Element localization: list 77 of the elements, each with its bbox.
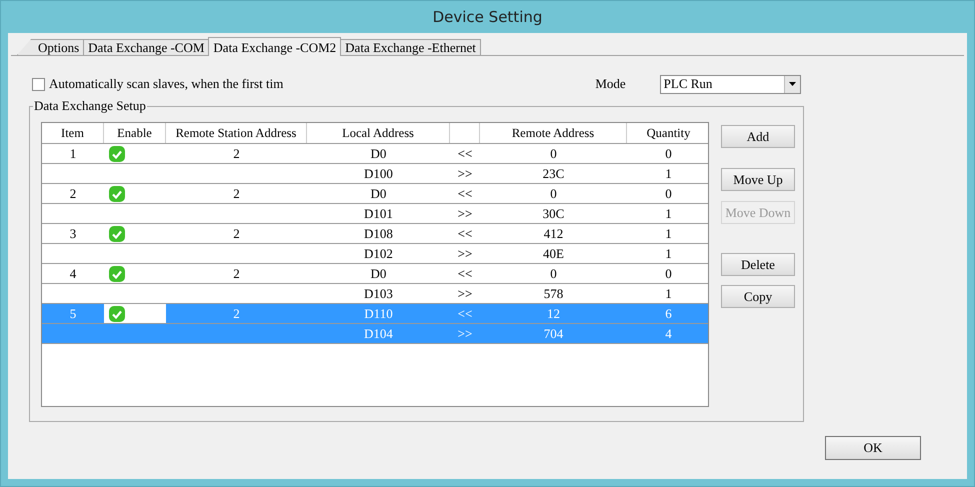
table-cell-text: >>: [456, 164, 474, 182]
table-row[interactable]: D100 >> 23C 1: [42, 164, 708, 184]
mode-label: Mode: [595, 76, 626, 92]
table-cell-text: D102: [363, 244, 394, 262]
table-row[interactable]: 2 2 D0 << 0 0: [42, 184, 708, 204]
table-cell-text: 5: [68, 304, 78, 322]
table-cell-text: >>: [456, 204, 474, 222]
column-header[interactable]: Local Address: [307, 123, 450, 143]
column-header[interactable]: Enable: [104, 123, 166, 143]
table-cell-text: 3: [68, 224, 78, 242]
table-row[interactable]: D102 >> 40E 1: [42, 244, 708, 264]
table-cell-text: <<: [456, 304, 474, 322]
tab[interactable]: Data Exchange -COM2: [208, 37, 342, 56]
table-cell-text: 1: [664, 284, 673, 302]
table-cell-text: 2: [68, 184, 78, 202]
table-cell-text: 1: [664, 224, 673, 242]
table-cell-text: 704: [542, 324, 564, 342]
table-cell-text: 0: [549, 144, 558, 162]
ok-button[interactable]: OK: [825, 436, 921, 460]
table-cell-text: >>: [456, 284, 474, 302]
table-cell-text: 1: [68, 144, 78, 162]
side-button[interactable]: Delete: [721, 253, 795, 276]
tab[interactable]: Data Exchange -Ethernet: [340, 39, 481, 55]
column-header[interactable]: Quantity: [627, 123, 710, 143]
table-row[interactable]: 4 2 D0 << 0 0: [42, 264, 708, 284]
table-cell-text: D101: [363, 204, 394, 222]
table-cell-text: 0: [549, 184, 558, 202]
table-cell-text: D108: [363, 224, 394, 242]
table-cell-text: D0: [370, 144, 388, 162]
table-cell-text: 23C: [542, 164, 566, 182]
table-cell-text: 30C: [542, 204, 566, 222]
table-cell-text: >>: [456, 324, 474, 342]
table-cell-text: 2: [232, 144, 241, 162]
table-cell-text: <<: [456, 224, 474, 242]
tab[interactable]: Options: [17, 39, 84, 55]
table-cell-text: 4: [664, 324, 673, 342]
table-cell-text: 412: [542, 224, 564, 242]
table-cell-text: 0: [664, 184, 673, 202]
table-cell-text: 4: [68, 264, 78, 282]
table-cell-text: 2: [232, 264, 241, 282]
side-button[interactable]: Add: [721, 125, 795, 148]
table-cell-text: 2: [232, 304, 241, 322]
mode-dropdown[interactable]: PLC Run: [660, 74, 801, 94]
table-cell-text: <<: [456, 264, 474, 282]
table-cell-text: 578: [542, 284, 564, 302]
table-cell-text: D103: [363, 284, 394, 302]
side-button[interactable]: Copy: [721, 285, 795, 308]
table-cell-text: 40E: [542, 244, 565, 262]
table-cell-text: 6: [664, 304, 673, 322]
column-header[interactable]: Item: [42, 123, 104, 143]
side-button[interactable]: Move Up: [721, 168, 795, 191]
table-row[interactable]: 3 2 D108 << 412 1: [42, 224, 708, 244]
group-title: Data Exchange Setup: [33, 98, 147, 114]
column-header[interactable]: Remote Station Address: [166, 123, 307, 143]
table-cell-text: <<: [456, 144, 474, 162]
table-cell-text: >>: [456, 244, 474, 262]
table-row[interactable]: 1 2 D0 << 0 0: [42, 144, 708, 164]
tab[interactable]: Data Exchange -COM: [83, 39, 210, 55]
table-cell-text: 12: [546, 304, 561, 322]
table-cell-text: D110: [363, 304, 394, 322]
table-cell-text: 1: [664, 204, 673, 222]
table-cell-text: D100: [363, 164, 394, 182]
checkbox-label: Automatically scan slaves, when the first tim: [49, 76, 284, 92]
table-row[interactable]: D101 >> 30C 1: [42, 204, 708, 224]
table-cell-text: D104: [363, 324, 394, 342]
table-cell-text: 0: [664, 264, 673, 282]
table-cell-text: 0: [664, 144, 673, 162]
table-cell-text: D0: [370, 184, 388, 202]
table-cell-text: 2: [232, 184, 241, 202]
window-title: Device Setting: [432, 7, 544, 28]
table-cell-text: 0: [549, 264, 558, 282]
table-cell-text: 1: [664, 164, 673, 182]
table-cell-text: 2: [232, 224, 241, 242]
table-cell-text: D0: [370, 264, 388, 282]
table-cell-text: 1: [664, 244, 673, 262]
table-cell-text: <<: [456, 184, 474, 202]
column-header[interactable]: Remote Address: [480, 123, 627, 143]
